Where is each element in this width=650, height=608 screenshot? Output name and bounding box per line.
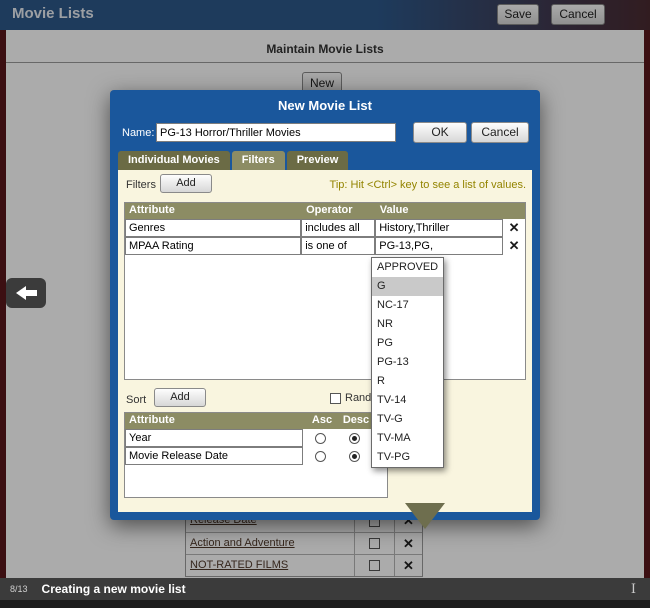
filters-table-header: Attribute Operator Value: [125, 203, 525, 219]
desc-radio[interactable]: [348, 432, 360, 444]
dialog-tabs: Individual Movies Filters Preview: [118, 151, 349, 170]
name-input[interactable]: [156, 123, 396, 142]
dropdown-option[interactable]: TV-PG: [372, 448, 443, 467]
dropdown-option[interactable]: NC-17: [372, 296, 443, 315]
dropdown-option-highlighted[interactable]: G: [372, 277, 443, 296]
col-header-desc: Desc: [342, 414, 370, 426]
text-cursor-icon: I: [630, 581, 636, 597]
tour-pointer-icon: [405, 503, 445, 529]
filter-row: ✕: [125, 237, 525, 255]
dialog-cancel-button[interactable]: Cancel: [471, 122, 529, 143]
left-arrow-shaft: [25, 290, 37, 296]
dropdown-option[interactable]: TV-MA: [372, 429, 443, 448]
desc-radio[interactable]: [348, 450, 360, 462]
value-dropdown: APPROVED G NC-17 NR PG PG-13 R TV-14 TV-…: [371, 257, 444, 468]
dropdown-option[interactable]: PG-13: [372, 353, 443, 372]
filter-value-input[interactable]: [375, 219, 504, 237]
asc-radio[interactable]: [314, 432, 326, 444]
random-checkbox[interactable]: [330, 392, 341, 404]
bottom-strip: [0, 600, 650, 608]
tab-individual-movies[interactable]: Individual Movies: [118, 151, 230, 170]
dropdown-option[interactable]: R: [372, 372, 443, 391]
dropdown-option[interactable]: TV-14: [372, 391, 443, 410]
filter-attribute-input[interactable]: [125, 237, 302, 255]
sort-attribute-input[interactable]: [125, 447, 303, 465]
filters-tab-panel: Filters Add Tip: Hit <Ctrl> key to see a…: [118, 170, 532, 512]
tab-preview[interactable]: Preview: [286, 151, 349, 170]
dropdown-option[interactable]: NR: [372, 315, 443, 334]
add-filter-button[interactable]: Add: [160, 174, 212, 193]
col-header-operator: Operator: [306, 204, 353, 216]
tour-status-bar: 8/13 Creating a new movie list I: [0, 578, 650, 600]
filter-attribute-input[interactable]: [125, 219, 302, 237]
delete-filter-icon[interactable]: ✕: [503, 219, 525, 237]
tour-step-counter: 8/13: [10, 584, 28, 594]
filter-value-input[interactable]: [375, 237, 504, 255]
col-header-value: Value: [379, 204, 409, 216]
tour-caption: Creating a new movie list: [41, 582, 186, 596]
col-header-attribute: Attribute: [129, 204, 175, 216]
sort-label: Sort: [126, 394, 147, 406]
sort-attribute-input[interactable]: [125, 429, 303, 447]
sort-table-header: Attribute Asc Desc: [125, 413, 387, 429]
dialog-title: New Movie List: [278, 98, 372, 113]
tour-back-button[interactable]: [6, 278, 46, 308]
dropdown-option[interactable]: APPROVED: [372, 258, 443, 277]
filter-operator-input[interactable]: [301, 219, 376, 237]
filters-table: Attribute Operator Value ✕ ✕: [124, 202, 526, 380]
add-sort-button[interactable]: Add: [154, 388, 206, 407]
name-label: Name:: [122, 127, 155, 139]
filter-row: ✕: [125, 219, 525, 237]
dropdown-option[interactable]: PG: [372, 334, 443, 353]
tab-filters[interactable]: Filters: [231, 151, 285, 170]
asc-radio[interactable]: [314, 450, 326, 462]
filters-tip: Tip: Hit <Ctrl> key to see a list of val…: [329, 179, 526, 191]
ok-button[interactable]: OK: [413, 122, 467, 143]
app-window: Movie Lists Save Cancel Maintain Movie L…: [0, 0, 650, 608]
dropdown-option[interactable]: TV-G: [372, 410, 443, 429]
filters-label: Filters: [126, 179, 156, 191]
new-movie-list-dialog: New Movie List Name: OK Cancel Individua…: [110, 90, 540, 520]
left-arrow-icon: [15, 286, 26, 300]
sort-table: Attribute Asc Desc ✕ ✕: [124, 412, 388, 498]
sort-row: ✕: [125, 429, 387, 447]
filter-operator-input[interactable]: [301, 237, 376, 255]
sort-row: ✕: [125, 447, 387, 465]
delete-filter-icon[interactable]: ✕: [503, 237, 525, 255]
col-header-asc: Asc: [311, 414, 333, 426]
col-header-attribute: Attribute: [129, 414, 175, 426]
